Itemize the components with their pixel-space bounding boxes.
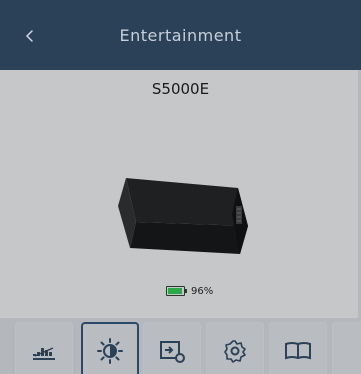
toolbar-brightness-button[interactable]: [81, 322, 139, 374]
brightness-icon: [97, 338, 123, 364]
equalizer-icon: [33, 347, 55, 360]
app-screen: Entertainment S5000E 96%: [0, 0, 361, 374]
battery-icon: [166, 286, 187, 296]
page-title: Entertainment: [119, 26, 242, 45]
toolbar-equalizer-button[interactable]: [15, 322, 73, 374]
toolbar-input-settings-button[interactable]: [143, 322, 201, 374]
toolbar-manual-button[interactable]: [269, 322, 327, 374]
partial-icon: [351, 339, 361, 363]
toolbar-settings-button[interactable]: [206, 322, 264, 374]
device-name: S5000E: [151, 80, 210, 98]
speaker-image: [118, 178, 248, 254]
device-panel: S5000E 96%: [0, 70, 361, 318]
battery-status: 96%: [166, 282, 213, 300]
toolbar-more-button[interactable]: [332, 322, 361, 374]
book-icon: [285, 342, 311, 360]
battery-label: 96%: [191, 285, 214, 297]
gear-icon: [224, 340, 246, 363]
input-settings-icon: [160, 341, 185, 363]
top-bar: Entertainment: [0, 0, 361, 70]
bottom-toolbar: [0, 318, 361, 374]
battery-fill: [168, 288, 183, 294]
